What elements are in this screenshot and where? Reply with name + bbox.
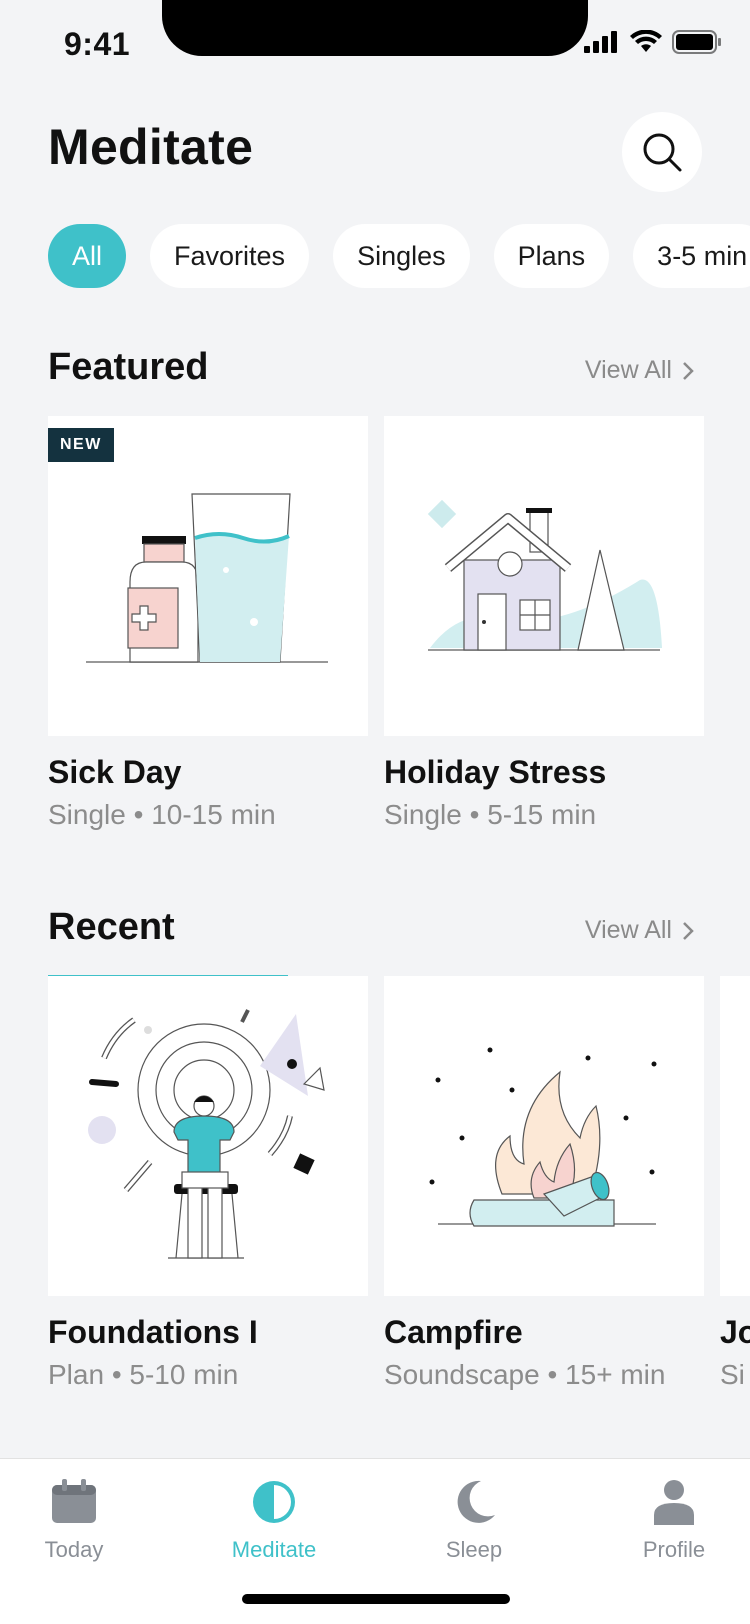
- filter-chips: All Favorites Singles Plans 3-5 min: [48, 224, 750, 288]
- notch: [162, 0, 588, 56]
- recent-title: Recent: [48, 906, 175, 948]
- card-meta: Si: [720, 1359, 745, 1390]
- chip-all[interactable]: All: [48, 224, 127, 288]
- campfire-illustration: [384, 976, 704, 1296]
- search-icon: [643, 133, 682, 172]
- meditate-icon: [253, 1481, 295, 1523]
- card-meta: Plan • 5-10 min: [48, 1359, 239, 1390]
- card-title: Foundations I: [48, 1314, 258, 1350]
- recent-card-partial[interactable]: Jo Si: [720, 976, 750, 1391]
- status-bar: 9:41: [0, 0, 750, 90]
- partial-card-thumb: [720, 976, 750, 1296]
- chip-plans[interactable]: Plans: [493, 224, 610, 288]
- card-title: Holiday Stress: [384, 754, 607, 790]
- signal-icon: [584, 31, 617, 53]
- battery-icon: [672, 30, 721, 54]
- card-title: Jo: [720, 1314, 750, 1350]
- featured-card-holiday-stress[interactable]: Holiday Stress Single • 5-15 min: [384, 416, 704, 831]
- moon-icon: [457, 1480, 495, 1523]
- page-title: Meditate: [48, 119, 254, 175]
- foundations-illustration: [48, 976, 368, 1296]
- tab-today[interactable]: Today: [4, 1479, 144, 1563]
- view-all-label: View All: [584, 916, 672, 944]
- sick-day-illustration: NEW: [48, 416, 368, 736]
- featured-view-all[interactable]: View All: [585, 356, 694, 385]
- recent-card-campfire[interactable]: Campfire Soundscape • 15+ min: [384, 976, 704, 1391]
- chip-favorites[interactable]: Favorites: [150, 224, 310, 288]
- chevron-right-icon: [683, 921, 694, 940]
- status-time: 9:41: [64, 26, 131, 62]
- holiday-stress-illustration: [384, 416, 704, 736]
- tab-label: Sleep: [445, 1537, 503, 1562]
- card-meta: Single • 5-15 min: [384, 799, 597, 830]
- tab-label: Profile: [642, 1537, 706, 1562]
- card-title: Campfire: [384, 1314, 523, 1350]
- wifi-icon: [630, 30, 662, 52]
- status-icons: [584, 30, 722, 54]
- home-indicator: [242, 1594, 510, 1604]
- chevron-right-icon: [683, 361, 694, 380]
- tab-sleep[interactable]: Sleep: [404, 1479, 544, 1563]
- featured-title: Featured: [48, 346, 209, 388]
- person-icon: [654, 1480, 694, 1525]
- tab-profile[interactable]: Profile: [604, 1479, 744, 1563]
- tab-label: Today: [44, 1537, 104, 1562]
- recent-view-all[interactable]: View All: [585, 916, 694, 945]
- chip-singles[interactable]: Singles: [333, 224, 470, 288]
- chip-3-5-min[interactable]: 3-5 min: [633, 224, 750, 288]
- featured-card-sick-day[interactable]: NEW Sick Day Single • 10-15 min: [48, 416, 368, 831]
- search-button[interactable]: [622, 112, 702, 192]
- view-all-label: View All: [584, 356, 672, 384]
- recent-card-foundations[interactable]: Foundations I Plan • 5-10 min: [48, 976, 368, 1391]
- card-title: Sick Day: [48, 754, 182, 790]
- calendar-icon: [52, 1479, 96, 1523]
- card-meta: Single • 10-15 min: [48, 799, 276, 830]
- tab-label: Meditate: [231, 1537, 317, 1562]
- new-badge: NEW: [48, 428, 114, 462]
- tab-meditate[interactable]: Meditate: [204, 1479, 344, 1563]
- card-meta: Soundscape • 15+ min: [384, 1359, 666, 1390]
